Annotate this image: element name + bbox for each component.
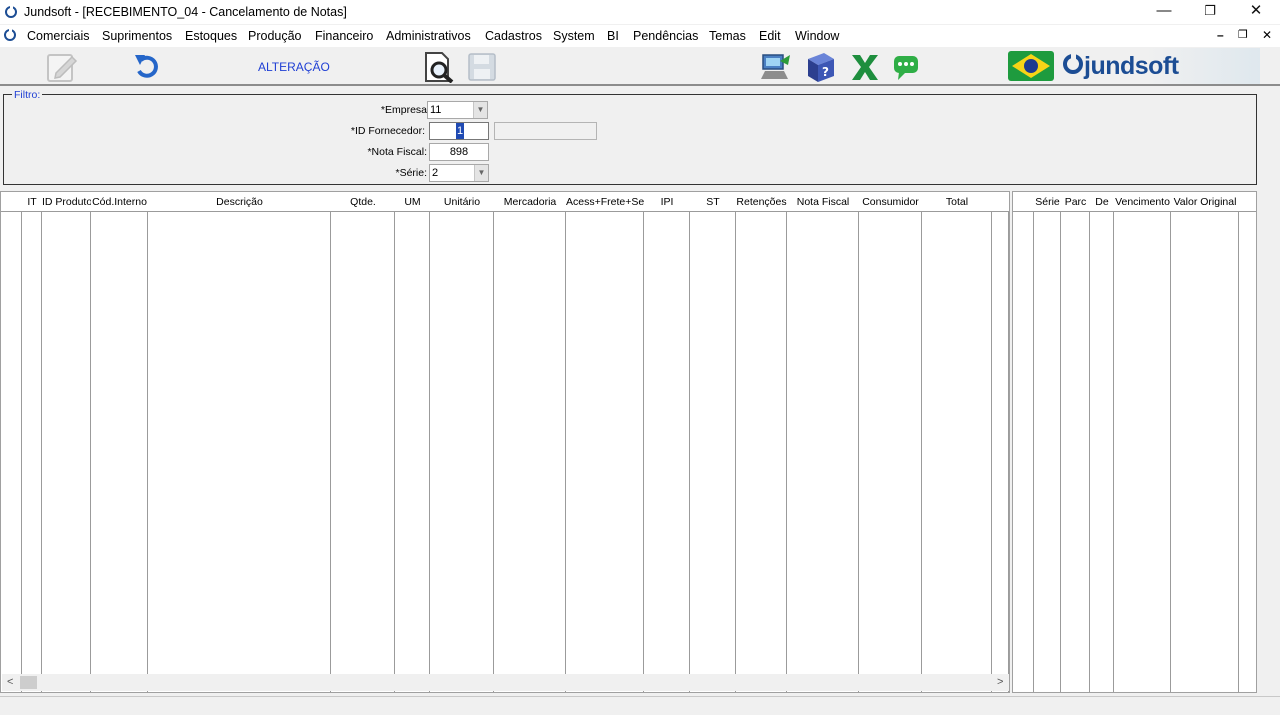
fornecedor-id-value: 1 bbox=[456, 123, 465, 139]
minimize-button[interactable]: — bbox=[1141, 0, 1187, 24]
remote-support-icon[interactable] bbox=[758, 51, 794, 83]
search-document-icon[interactable] bbox=[422, 51, 458, 84]
scroll-left-arrow-icon[interactable]: < bbox=[7, 674, 13, 691]
close-button[interactable]: ✕ bbox=[1233, 0, 1279, 24]
column-header-id-produto[interactable]: ID Produto bbox=[42, 192, 91, 212]
column-header-um[interactable]: UM bbox=[395, 192, 430, 212]
column-header-vencimento[interactable]: Vencimento bbox=[1114, 192, 1171, 212]
mdi-close-button[interactable]: ✕ bbox=[1262, 28, 1272, 42]
column-header-serie[interactable]: Série bbox=[1034, 192, 1061, 212]
column-header-filler bbox=[1239, 192, 1256, 212]
menu-pendencias[interactable]: Pendências bbox=[633, 29, 698, 43]
mode-label: ALTERAÇÃO bbox=[258, 60, 330, 74]
menu-window[interactable]: Window bbox=[795, 29, 839, 43]
fornecedor-id-input[interactable]: 1 bbox=[429, 122, 489, 140]
nota-fiscal-value: 898 bbox=[449, 146, 469, 158]
column-header-qtde[interactable]: Qtde. bbox=[331, 192, 395, 212]
mdi-minimize-button[interactable]: – bbox=[1217, 28, 1224, 42]
help-book-icon[interactable]: ? bbox=[802, 51, 838, 83]
column-header-retencoes[interactable]: Retenções bbox=[736, 192, 787, 212]
serie-label: *Série: bbox=[395, 167, 427, 179]
mdi-child-icon[interactable] bbox=[3, 28, 17, 45]
svg-text:?: ? bbox=[822, 65, 829, 79]
items-grid[interactable]: IT ID Produto Cód.Interno Descrição Qtde… bbox=[0, 191, 1010, 693]
excel-icon[interactable] bbox=[846, 51, 882, 83]
empresa-label: *Empresa bbox=[380, 104, 427, 116]
brazil-flag-icon bbox=[1008, 51, 1054, 84]
scrollbar-thumb[interactable] bbox=[20, 676, 37, 689]
column-header-cod-interno[interactable]: Cód.Interno bbox=[91, 192, 148, 212]
filter-group: Filtro: *Empresa 11 ▼ *ID Fornecedor: 1 … bbox=[3, 89, 1257, 185]
installments-grid-header: Série Parc De Vencimento Valor Original bbox=[1013, 192, 1256, 212]
column-header-selector[interactable] bbox=[1, 192, 22, 212]
column-header-acess-frete-seg[interactable]: Acess+Frete+Seg bbox=[566, 192, 644, 212]
chevron-down-icon[interactable]: ▼ bbox=[474, 165, 488, 181]
scroll-right-arrow-icon[interactable]: > bbox=[997, 674, 1003, 691]
nota-fiscal-label: *Nota Fiscal: bbox=[367, 146, 427, 158]
column-header-total[interactable]: Total bbox=[922, 192, 992, 212]
chat-icon[interactable] bbox=[890, 51, 926, 83]
fornecedor-label: *ID Fornecedor: bbox=[350, 125, 425, 137]
jundsoft-app-icon bbox=[4, 5, 18, 22]
menu-financeiro[interactable]: Financeiro bbox=[315, 29, 373, 43]
column-header-ipi[interactable]: IPI bbox=[644, 192, 690, 212]
column-header-parc[interactable]: Parc bbox=[1061, 192, 1090, 212]
filter-legend: Filtro: bbox=[12, 89, 43, 101]
brand-area: jundsoft bbox=[1004, 48, 1260, 84]
restore-button[interactable]: ❐ bbox=[1187, 0, 1233, 24]
menu-administrativos[interactable]: Administrativos bbox=[386, 29, 471, 43]
column-header-descricao[interactable]: Descrição bbox=[148, 192, 331, 212]
horizontal-scrollbar[interactable]: < > bbox=[2, 674, 1009, 691]
toolbar: ALTERAÇÃO ? jundsoft bbox=[0, 48, 1280, 86]
menu-producao[interactable]: Produção bbox=[248, 29, 302, 43]
menu-system[interactable]: System bbox=[553, 29, 595, 43]
jundsoft-logo-icon bbox=[1062, 53, 1084, 78]
mdi-restore-button[interactable]: ❐ bbox=[1238, 28, 1248, 41]
column-header-selector[interactable] bbox=[1013, 192, 1034, 212]
column-header-st[interactable]: ST bbox=[690, 192, 736, 212]
undo-icon[interactable] bbox=[130, 51, 166, 83]
chevron-down-icon[interactable]: ▼ bbox=[473, 102, 487, 118]
empresa-select[interactable]: 11 ▼ bbox=[427, 101, 488, 119]
column-header-de[interactable]: De bbox=[1090, 192, 1114, 212]
column-header-valor-original[interactable]: Valor Original bbox=[1171, 192, 1239, 212]
edit-icon[interactable] bbox=[44, 51, 80, 83]
column-header-nota-fiscal[interactable]: Nota Fiscal bbox=[787, 192, 859, 212]
title-bar: Jundsoft - [RECEBIMENTO_04 - Cancelament… bbox=[0, 0, 1280, 24]
column-header-filler bbox=[992, 192, 1009, 212]
installments-grid[interactable]: Série Parc De Vencimento Valor Original bbox=[1012, 191, 1257, 693]
serie-value: 2 bbox=[432, 167, 439, 179]
menu-estoques[interactable]: Estoques bbox=[185, 29, 237, 43]
nota-fiscal-input[interactable]: 898 bbox=[429, 143, 489, 161]
column-header-mercadoria[interactable]: Mercadoria bbox=[494, 192, 566, 212]
menu-comerciais[interactable]: Comerciais bbox=[27, 29, 90, 43]
brand-name: jundsoft bbox=[1084, 52, 1179, 80]
menu-bar: Comerciais Suprimentos Estoques Produção… bbox=[0, 25, 1280, 47]
serie-select[interactable]: 2 ▼ bbox=[429, 164, 489, 182]
menu-temas[interactable]: Temas bbox=[709, 29, 746, 43]
fornecedor-name-field bbox=[494, 122, 597, 140]
menu-bi[interactable]: BI bbox=[607, 29, 619, 43]
menu-suprimentos[interactable]: Suprimentos bbox=[102, 29, 172, 43]
column-header-consumidor[interactable]: Consumidor bbox=[859, 192, 922, 212]
column-header-unitario[interactable]: Unitário bbox=[430, 192, 494, 212]
menu-edit[interactable]: Edit bbox=[759, 29, 781, 43]
column-header-it[interactable]: IT bbox=[22, 192, 42, 212]
right-margin bbox=[1262, 86, 1280, 696]
save-icon[interactable] bbox=[466, 51, 502, 83]
items-grid-header: IT ID Produto Cód.Interno Descrição Qtde… bbox=[1, 192, 1009, 212]
empresa-value: 11 bbox=[430, 104, 442, 116]
menu-cadastros[interactable]: Cadastros bbox=[485, 29, 542, 43]
window-title: Jundsoft - [RECEBIMENTO_04 - Cancelament… bbox=[24, 5, 347, 19]
status-bar bbox=[0, 696, 1280, 715]
